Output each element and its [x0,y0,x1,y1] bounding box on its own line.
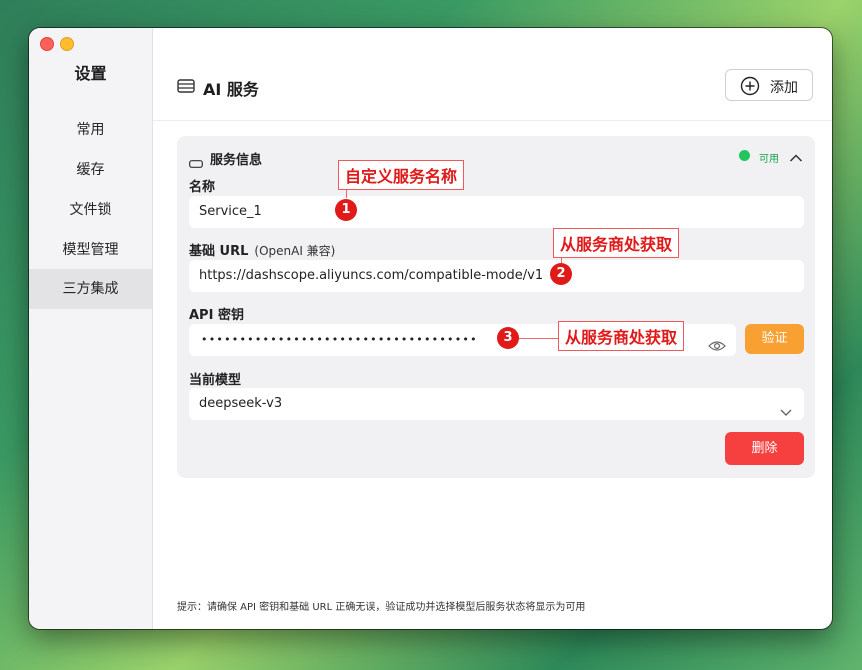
sidebar-item-general[interactable]: 常用 [29,110,152,150]
service-card-icon [189,153,203,172]
chevron-up-icon[interactable] [789,149,803,168]
footer-tip: 提示：请确保 API 密钥和基础 URL 正确无误，验证成功并选择模型后服务状态… [177,602,586,613]
delete-button[interactable]: 删除 [725,432,804,465]
main-header: AI 服务 添加 [153,28,832,121]
base-url-hint: (OpenAI 兼容) [254,244,336,258]
add-button-label: 添加 [770,80,798,96]
sidebar-item-third-party-integration[interactable]: 三方集成 [29,269,152,309]
server-icon [177,78,195,97]
model-select[interactable]: deepseek-v3 [189,388,804,420]
minimize-window-button[interactable] [60,37,74,51]
annotation-1-marker: 1 [335,199,357,221]
name-input[interactable]: Service_1 [189,196,804,228]
base-url-input[interactable]: https://dashscope.aliyuncs.com/compatibl… [189,260,804,292]
annotation-3-leader [519,338,559,339]
annotation-1-label: 自定义服务名称 [338,160,465,190]
base-url-label-row: 基础 URL (OpenAI 兼容) [189,240,335,259]
settings-window: 设置 常用 缓存 文件锁 模型管理 三方集成 AI 服务 添加 服务信息 可用 … [29,28,832,629]
service-card: 服务信息 可用 名称 Service_1 基础 URL (OpenAI 兼容) h… [177,136,815,478]
status-badge: 可用 [759,154,779,165]
annotation-3-marker: 3 [497,327,519,349]
model-select-value: deepseek-v3 [199,396,283,411]
plus-circle-icon [740,76,760,100]
api-key-masked-value: •••••••••••••••••••••••••••••••••••• [201,333,478,346]
main-panel: AI 服务 添加 服务信息 可用 名称 Service_1 基础 URL (Op… [153,28,832,629]
annotation-2-label: 从服务商处获取 [553,228,680,258]
close-window-button[interactable] [40,37,54,51]
api-key-label: API 密钥 [189,308,244,323]
sidebar-title: 设置 [74,64,107,83]
name-label: 名称 [189,180,216,195]
annotation-3-label: 从服务商处获取 [558,321,685,351]
sidebar-item-file-lock[interactable]: 文件锁 [29,190,152,230]
status-dot [739,150,750,161]
sidebar-item-cache[interactable]: 缓存 [29,150,152,190]
add-service-button[interactable]: 添加 [725,69,813,101]
sidebar-item-model-management[interactable]: 模型管理 [29,230,152,270]
base-url-label: 基础 URL [189,244,249,259]
service-card-title: 服务信息 [210,153,263,168]
sidebar: 设置 常用 缓存 文件锁 模型管理 三方集成 [29,28,153,629]
annotation-2-marker: 2 [550,263,572,285]
eye-icon[interactable] [708,333,726,365]
chevron-down-icon [780,398,792,430]
model-label: 当前模型 [189,373,242,388]
verify-button[interactable]: 验证 [745,324,804,354]
page-title: AI 服务 [203,80,259,99]
